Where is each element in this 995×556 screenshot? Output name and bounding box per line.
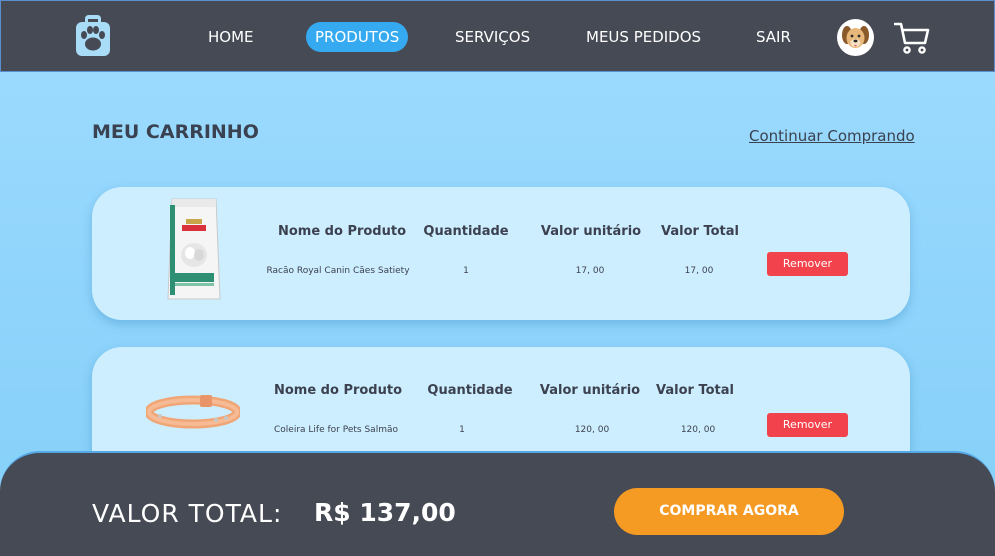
cart-item-card: Nome do Produto Quantidade Valor unitári… (92, 187, 910, 320)
column-header-quantity: Quantidade (427, 383, 513, 398)
shopping-cart-icon[interactable] (894, 21, 930, 55)
product-quantity: 1 (459, 425, 465, 435)
total-value: R$ 137,00 (314, 498, 456, 527)
product-unit-price: 17, 00 (575, 266, 605, 276)
dog-collar-icon (146, 395, 240, 429)
nav-servicos[interactable]: SERVIÇOS (455, 22, 530, 52)
continue-shopping-link[interactable]: Continuar Comprando (749, 127, 915, 145)
column-header-unit-price: Valor unitário (540, 224, 642, 239)
remove-button[interactable]: Remover (767, 413, 848, 437)
product-name: Racão Royal Canin Cães Satiety (266, 266, 410, 276)
top-navbar: HOME PRODUTOS SERVIÇOS MEUS PEDIDOS SAIR (0, 0, 995, 72)
column-header-name: Nome do Produto (277, 224, 407, 239)
column-header-total: Valor Total (656, 383, 734, 398)
user-avatar[interactable] (837, 19, 874, 56)
nav-home[interactable]: HOME (208, 22, 254, 52)
product-total: 17, 00 (684, 266, 714, 276)
column-header-unit-price: Valor unitário (539, 383, 641, 398)
nav-sair[interactable]: SAIR (756, 22, 791, 52)
dog-avatar-icon (842, 26, 869, 48)
product-quantity: 1 (463, 266, 469, 276)
total-label: VALOR TOTAL: (92, 499, 283, 528)
checkout-footer: VALOR TOTAL: R$ 137,00 COMPRAR AGORA (0, 451, 995, 556)
paw-bag-icon[interactable] (75, 15, 111, 57)
buy-now-button[interactable]: COMPRAR AGORA (614, 488, 844, 535)
nav-meus-pedidos[interactable]: MEUS PEDIDOS (586, 22, 701, 52)
nav-produtos[interactable]: PRODUTOS (306, 22, 409, 52)
dog-food-bag-icon (167, 198, 221, 300)
column-header-total: Valor Total (661, 224, 739, 239)
column-header-quantity: Quantidade (423, 224, 509, 239)
page-title: MEU CARRINHO (92, 121, 259, 143)
remove-button[interactable]: Remover (767, 252, 848, 276)
column-header-name: Nome do Produto (273, 383, 403, 398)
product-unit-price: 120, 00 (574, 425, 610, 435)
product-name: Coleira Life for Pets Salmão (274, 425, 398, 435)
product-total: 120, 00 (680, 425, 716, 435)
